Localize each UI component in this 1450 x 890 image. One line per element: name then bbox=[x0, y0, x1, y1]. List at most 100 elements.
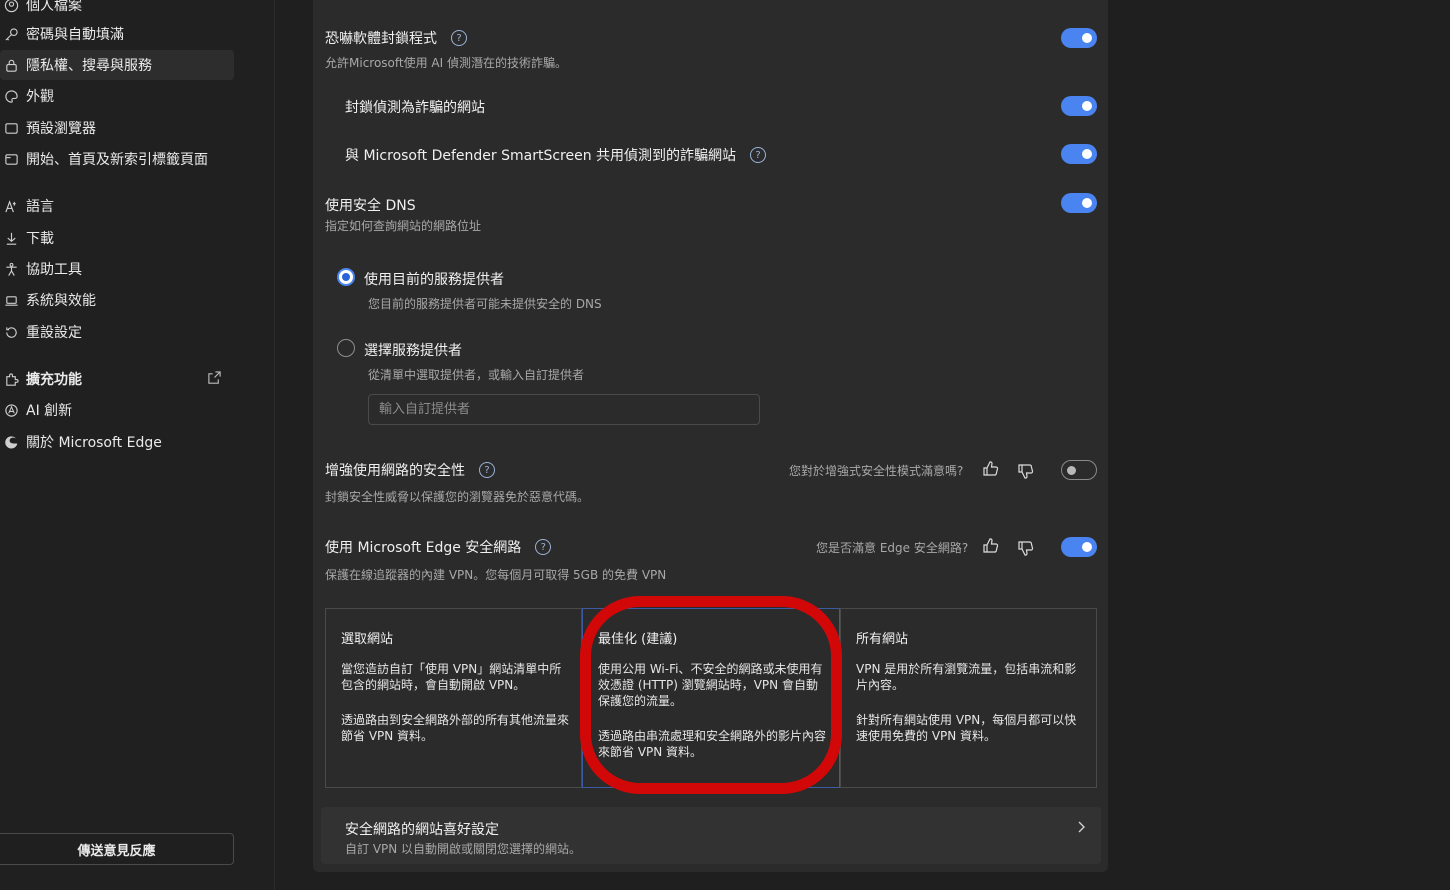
sidebar-item-label: 擴充功能 bbox=[26, 372, 82, 388]
chevron-right-icon bbox=[1075, 819, 1087, 838]
sidebar-item-about[interactable]: 關於 Microsoft Edge bbox=[0, 427, 234, 457]
sidebar-item-ai[interactable]: AI 創新 bbox=[0, 395, 234, 425]
sidebar-item-label: 下載 bbox=[26, 231, 54, 247]
secure-dns-title: 使用安全 DNS bbox=[325, 198, 416, 214]
thumbs-up-icon[interactable] bbox=[982, 537, 1000, 555]
vpn-card-all-sites[interactable]: 所有網站 VPN 是用於所有瀏覽流量，包括串流和影片內容。 針對所有網站使用 V… bbox=[840, 608, 1097, 788]
sidebar-item-start-home[interactable]: 開始、首頁及新索引標籤頁面 bbox=[0, 144, 234, 174]
dns-current-provider-desc: 您目前的服務提供者可能未提供安全的 DNS bbox=[368, 297, 602, 311]
custom-provider-input[interactable] bbox=[368, 394, 760, 425]
help-icon[interactable]: ? bbox=[535, 539, 552, 555]
block-scam-title: 封鎖偵測為詐騙的網站 bbox=[345, 100, 485, 116]
smartscreen-share-title: 與 Microsoft Defender SmartScreen 共用偵測到的詐… bbox=[345, 148, 737, 164]
ai-icon bbox=[2, 401, 20, 419]
home-tab-icon bbox=[2, 150, 20, 168]
lock-icon bbox=[2, 56, 20, 74]
dns-choose-provider-label: 選擇服務提供者 bbox=[364, 343, 462, 359]
vpn-card-text: 針對所有網站使用 VPN，每個月都可以快速使用免費的 VPN 資料。 bbox=[856, 713, 1077, 743]
vpn-card-title: 選取網站 bbox=[341, 632, 394, 647]
vpn-card-title: 最佳化 (建議) bbox=[598, 632, 678, 647]
language-icon bbox=[2, 197, 20, 215]
block-scam-setting: 封鎖偵測為詐騙的網站 bbox=[345, 97, 485, 117]
sidebar-item-extensions[interactable]: 擴充功能 bbox=[0, 364, 234, 394]
secure-network-setting: 使用 Microsoft Edge 安全網路 ? bbox=[325, 537, 552, 557]
settings-panel: 恐嚇軟體封鎖程式 ? 允許Microsoft使用 AI 偵測潛在的技術詐騙。 封… bbox=[313, 0, 1108, 872]
vpn-card-text: 當您造訪自訂「使用 VPN」網站清單中所包含的網站時，會自動開啟 VPN。 bbox=[341, 662, 562, 692]
settings-sidebar: 個人檔案 密碼與自動填滿 隱私權、搜尋與服務 外觀 預設瀏覽器 開始、首頁及新索… bbox=[0, 0, 275, 890]
sidebar-item-reset[interactable]: 重設設定 bbox=[0, 317, 234, 347]
help-icon[interactable]: ? bbox=[479, 462, 495, 478]
browser-icon bbox=[2, 119, 20, 137]
sidebar-item-default-browser[interactable]: 預設瀏覽器 bbox=[0, 113, 234, 143]
sidebar-item-label: AI 創新 bbox=[26, 403, 73, 419]
site-preferences-desc: 自訂 VPN 以自動開啟或關閉您選擇的網站。 bbox=[345, 842, 582, 856]
key-icon bbox=[2, 25, 20, 43]
thumbs-down-icon[interactable] bbox=[1017, 539, 1035, 557]
sidebar-item-privacy[interactable]: 隱私權、搜尋與服務 bbox=[0, 50, 234, 80]
enhanced-security-title: 增強使用網路的安全性 bbox=[325, 463, 465, 479]
reset-icon bbox=[2, 323, 20, 341]
enhanced-security-feedback-question: 您對於增強式安全性模式滿意嗎? bbox=[789, 464, 964, 478]
dns-choose-provider-radio[interactable] bbox=[337, 339, 355, 357]
window-background bbox=[1108, 0, 1450, 890]
smartscreen-share-setting: 與 Microsoft Defender SmartScreen 共用偵測到的詐… bbox=[345, 145, 767, 165]
sidebar-item-label: 個人檔案 bbox=[26, 0, 82, 14]
extensions-icon bbox=[2, 370, 20, 388]
sidebar-item-appearance[interactable]: 外觀 bbox=[0, 81, 234, 111]
dns-current-provider-radio[interactable] bbox=[337, 268, 355, 286]
sidebar-item-label: 系統與效能 bbox=[26, 293, 96, 309]
scareware-toggle[interactable] bbox=[1061, 28, 1097, 48]
download-icon bbox=[2, 229, 20, 247]
vpn-mode-cards: 選取網站 當您造訪自訂「使用 VPN」網站清單中所包含的網站時，會自動開啟 VP… bbox=[325, 596, 1097, 794]
accessibility-icon bbox=[2, 260, 20, 278]
edge-logo-icon bbox=[2, 433, 20, 451]
sidebar-item-label: 密碼與自動填滿 bbox=[26, 27, 124, 43]
laptop-icon bbox=[2, 291, 20, 309]
palette-icon bbox=[2, 87, 20, 105]
secure-network-desc: 保護在線追蹤器的內建 VPN。您每個月可取得 5GB 的免費 VPN bbox=[325, 568, 667, 582]
sidebar-item-languages[interactable]: 語言 bbox=[0, 191, 234, 221]
secure-dns-setting: 使用安全 DNS bbox=[325, 195, 416, 215]
help-icon[interactable]: ? bbox=[750, 147, 767, 163]
thumbs-down-icon[interactable] bbox=[1017, 462, 1035, 480]
profile-icon bbox=[2, 0, 20, 14]
sidebar-item-label: 重設設定 bbox=[26, 325, 82, 341]
sidebar-item-system[interactable]: 系統與效能 bbox=[0, 285, 234, 315]
sidebar-item-label: 協助工具 bbox=[26, 262, 82, 278]
site-preferences-title: 安全網路的網站喜好設定 bbox=[345, 822, 499, 838]
thumbs-up-icon[interactable] bbox=[982, 460, 1000, 478]
secure-network-site-preferences[interactable]: 安全網路的網站喜好設定 自訂 VPN 以自動開啟或關閉您選擇的網站。 bbox=[321, 807, 1101, 864]
scareware-desc: 允許Microsoft使用 AI 偵測潛在的技術詐騙。 bbox=[325, 56, 567, 70]
help-icon[interactable]: ? bbox=[451, 30, 467, 46]
enhanced-security-desc: 封鎖安全性威脅以保護您的瀏覽器免於惡意代碼。 bbox=[325, 490, 590, 504]
sidebar-item-label: 開始、首頁及新索引標籤頁面 bbox=[26, 152, 208, 168]
vpn-card-title: 所有網站 bbox=[856, 632, 909, 647]
sidebar-item-downloads[interactable]: 下載 bbox=[0, 223, 234, 253]
sidebar-item-profiles[interactable]: 個人檔案 bbox=[0, 0, 234, 20]
vpn-card-optimized[interactable]: 最佳化 (建議) 使用公用 Wi-Fi、不安全的網路或未使用有效憑證 (HTTP… bbox=[582, 608, 840, 788]
sidebar-item-label: 語言 bbox=[26, 199, 54, 215]
dns-choose-provider-desc: 從清單中選取提供者，或輸入自訂提供者 bbox=[368, 368, 585, 382]
sidebar-item-label: 外觀 bbox=[26, 89, 54, 105]
enhanced-security-toggle[interactable] bbox=[1061, 460, 1097, 480]
vpn-card-text: VPN 是用於所有瀏覽流量，包括串流和影片內容。 bbox=[856, 662, 1077, 692]
sidebar-item-passwords[interactable]: 密碼與自動填滿 bbox=[0, 19, 234, 49]
secure-dns-toggle[interactable] bbox=[1061, 193, 1097, 213]
vpn-card-text: 使用公用 Wi-Fi、不安全的網路或未使用有效憑證 (HTTP) 瀏覽網站時，V… bbox=[598, 662, 823, 708]
block-scam-toggle[interactable] bbox=[1061, 96, 1097, 116]
scareware-setting: 恐嚇軟體封鎖程式 ? bbox=[325, 28, 467, 48]
scareware-title: 恐嚇軟體封鎖程式 bbox=[325, 31, 437, 47]
enhanced-security-setting: 增強使用網路的安全性 ? bbox=[325, 460, 495, 480]
sidebar-item-accessibility[interactable]: 協助工具 bbox=[0, 254, 234, 284]
sidebar-item-label: 預設瀏覽器 bbox=[26, 121, 96, 137]
smartscreen-share-toggle[interactable] bbox=[1061, 144, 1097, 164]
vpn-card-text: 透過路由串流處理和安全網路外的影片內容來節省 VPN 資料。 bbox=[598, 729, 827, 759]
sidebar-item-label: 關於 Microsoft Edge bbox=[26, 435, 162, 451]
send-feedback-button[interactable]: 傳送意見反應 bbox=[0, 833, 234, 865]
secure-dns-desc: 指定如何查詢網站的網路位址 bbox=[325, 219, 482, 233]
secure-network-toggle[interactable] bbox=[1061, 537, 1097, 557]
vpn-card-selected-sites[interactable]: 選取網站 當您造訪自訂「使用 VPN」網站清單中所包含的網站時，會自動開啟 VP… bbox=[325, 608, 582, 788]
sidebar-item-label: 隱私權、搜尋與服務 bbox=[26, 58, 152, 74]
secure-network-title: 使用 Microsoft Edge 安全網路 bbox=[325, 540, 522, 556]
external-link-icon bbox=[207, 370, 222, 389]
